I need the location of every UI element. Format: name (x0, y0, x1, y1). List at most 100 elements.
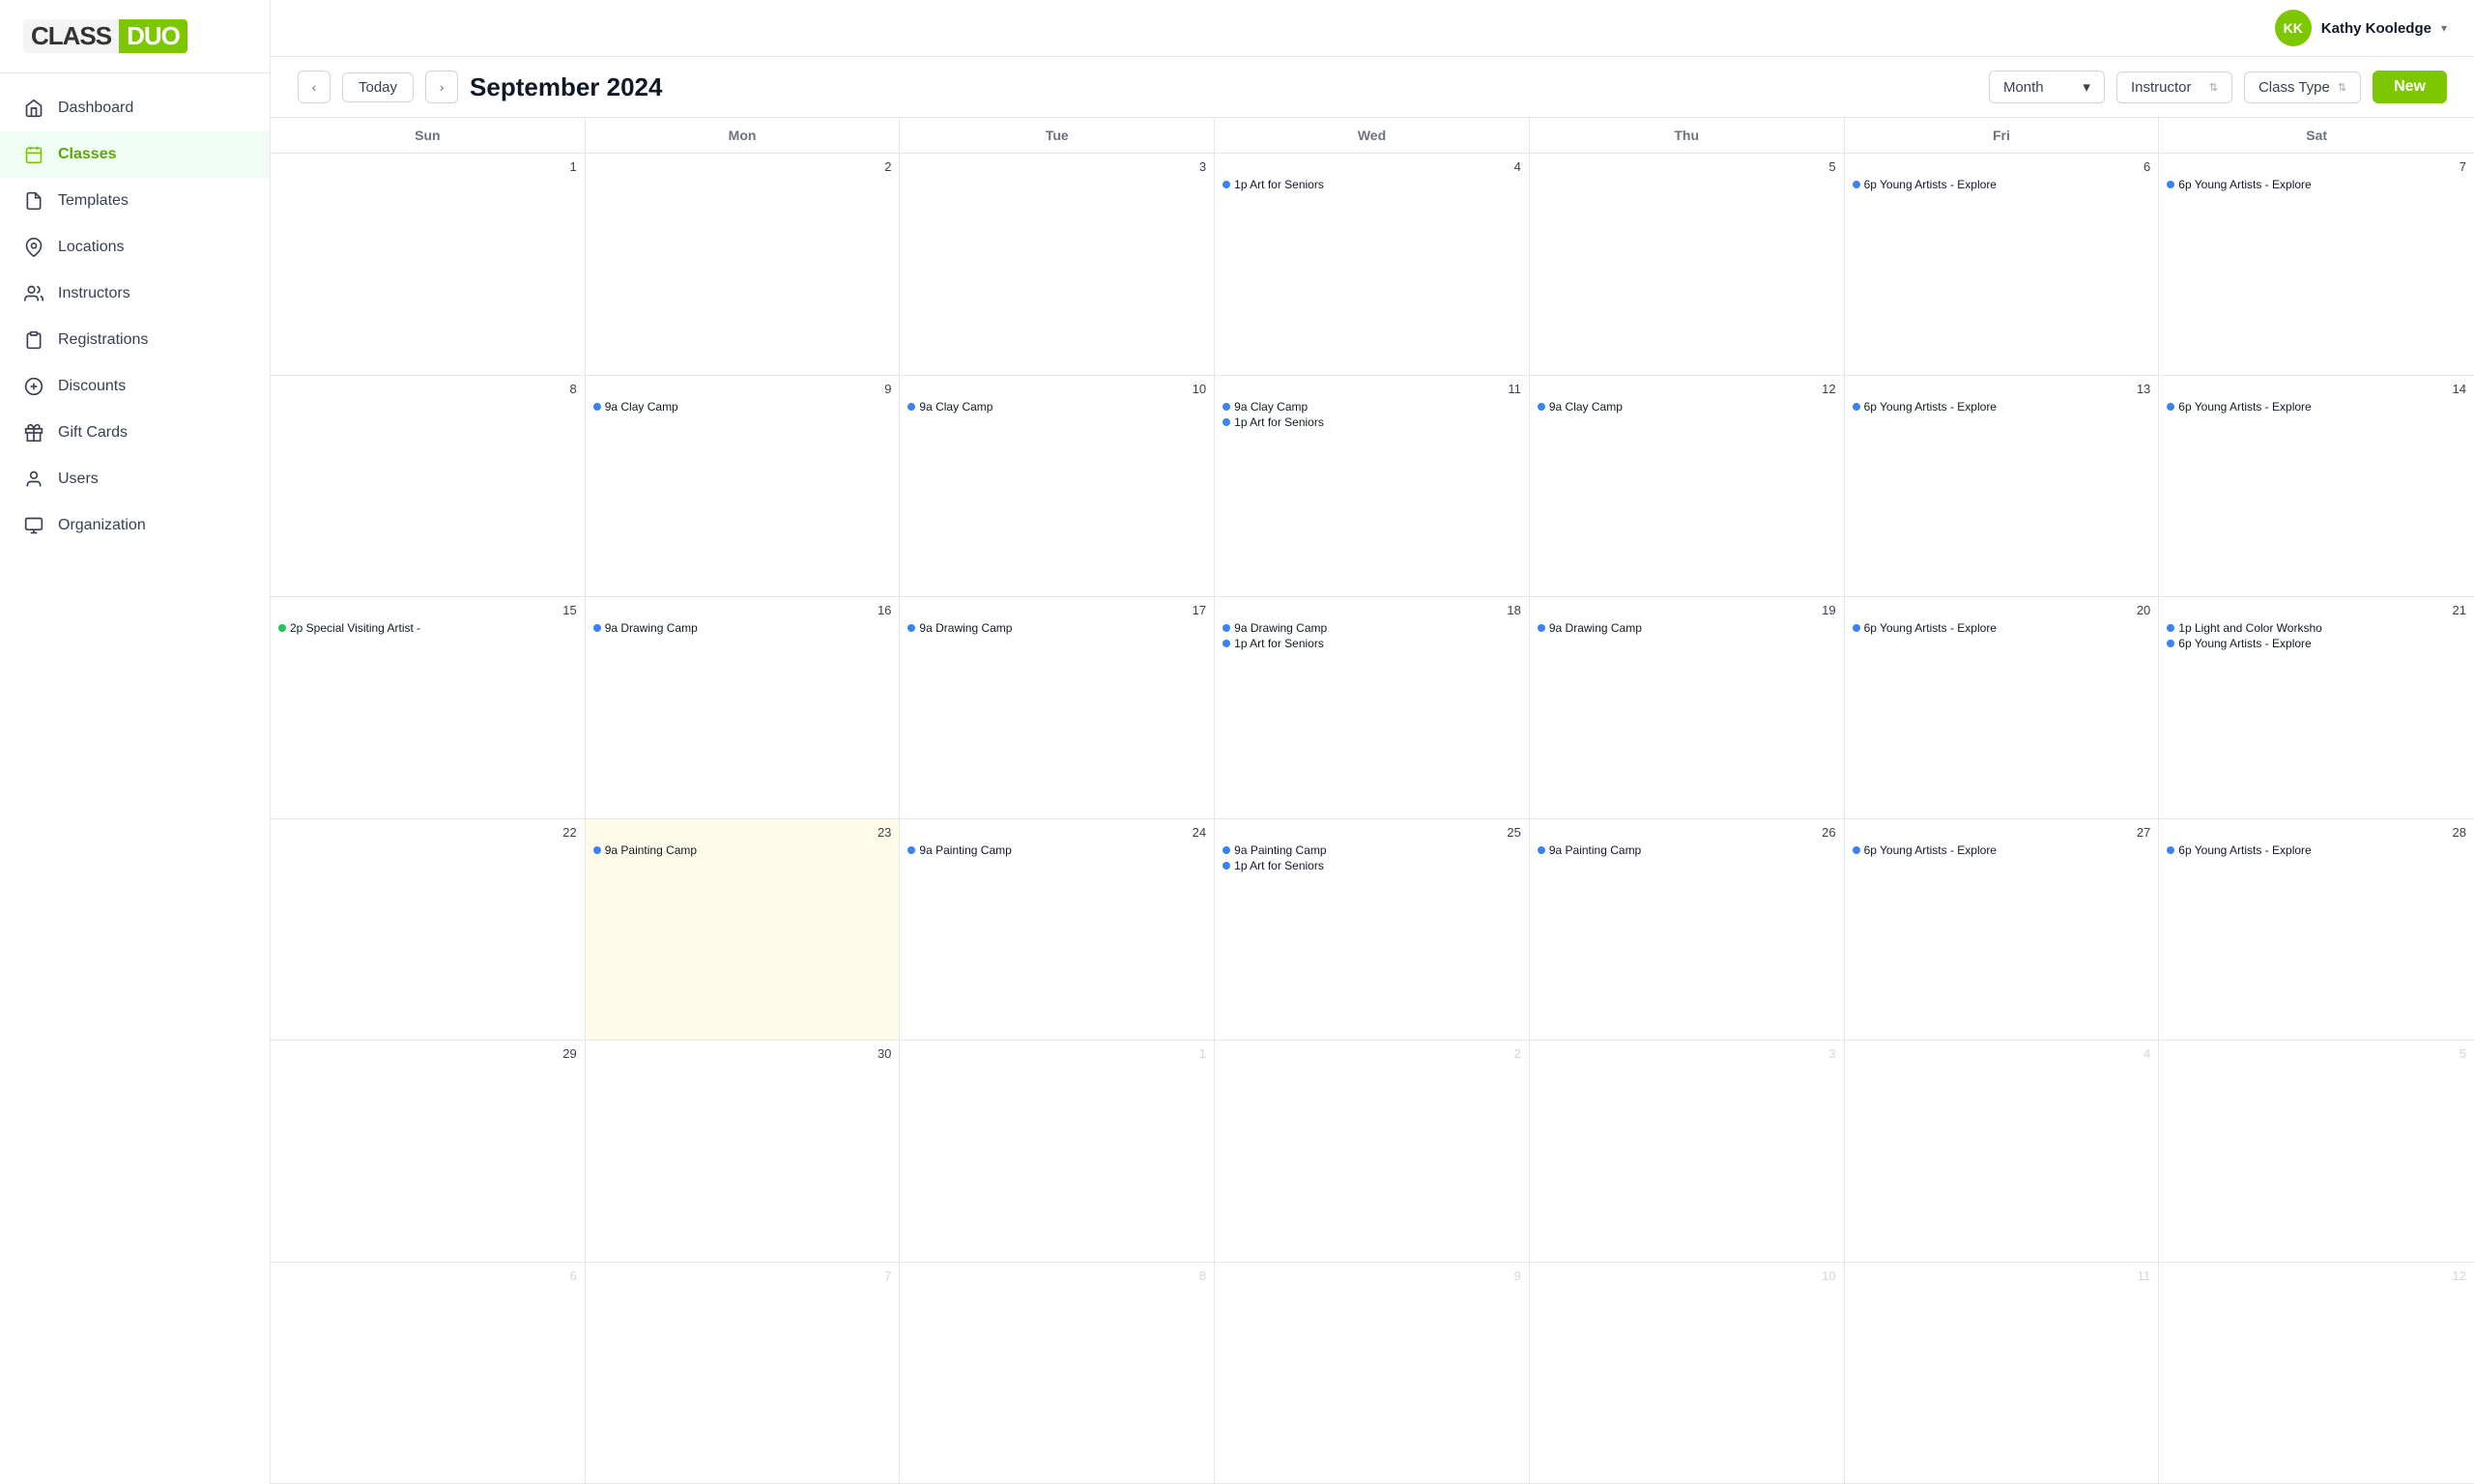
day-number: 20 (1853, 603, 2151, 617)
calendar-day-cell[interactable]: 286p Young Artists - Explore (2159, 819, 2474, 1041)
calendar-day-cell[interactable]: 199a Drawing Camp (1530, 597, 1845, 818)
calendar-day-cell[interactable]: 41p Art for Seniors (1215, 154, 1530, 375)
calendar-day-cell[interactable]: 4 (1845, 1041, 2160, 1262)
new-button[interactable]: New (2373, 71, 2447, 103)
calendar-week: 22239a Painting Camp249a Painting Camp25… (271, 819, 2474, 1042)
calendar-event[interactable]: 9a Clay Camp (593, 400, 892, 414)
calendar-event[interactable]: 9a Drawing Camp (593, 621, 892, 635)
calendar-event[interactable]: 6p Young Artists - Explore (1853, 400, 2151, 414)
calendar-day-cell[interactable]: 8 (900, 1263, 1215, 1484)
event-label: 9a Clay Camp (919, 400, 992, 414)
calendar-day-cell[interactable]: 179a Drawing Camp (900, 597, 1215, 818)
logo[interactable]: CLASSDUO (23, 19, 246, 53)
day-number: 12 (2167, 1269, 2466, 1283)
day-number: 12 (1538, 382, 1836, 396)
calendar-day-cell[interactable]: 109a Clay Camp (900, 376, 1215, 597)
event-label: 9a Clay Camp (1549, 400, 1623, 414)
event-label: 9a Drawing Camp (1549, 621, 1642, 635)
calendar-event[interactable]: 9a Painting Camp (593, 843, 892, 857)
calendar-event[interactable]: 1p Art for Seniors (1223, 178, 1521, 191)
calendar-day-cell[interactable]: 1 (900, 1041, 1215, 1262)
calendar-day-cell[interactable]: 27 6p Young Artists - Explore (1845, 819, 2160, 1041)
calendar-day-cell[interactable]: 30 (586, 1041, 901, 1262)
calendar-day-cell[interactable]: 211p Light and Color Worksho6p Young Art… (2159, 597, 2474, 818)
sidebar-item-templates[interactable]: Templates (0, 178, 270, 224)
calendar-day-cell[interactable]: 22 (271, 819, 586, 1041)
calendar-event[interactable]: 1p Art for Seniors (1223, 637, 1521, 650)
calendar-day-cell[interactable]: 239a Painting Camp (586, 819, 901, 1041)
day-number: 18 (1223, 603, 1521, 617)
sidebar-item-classes[interactable]: Classes (0, 131, 270, 178)
sidebar-item-users[interactable]: Users (0, 456, 270, 502)
calendar-event[interactable]: 6p Young Artists - Explore (2167, 178, 2466, 191)
sidebar-item-registrations[interactable]: Registrations (0, 317, 270, 363)
calendar-day-cell[interactable]: 12 9a Clay Camp (1530, 376, 1845, 597)
calendar-day-cell[interactable]: 1 (271, 154, 586, 375)
calendar-event[interactable]: 6p Young Artists - Explore (2167, 843, 2466, 857)
today-button[interactable]: Today (342, 72, 414, 102)
calendar-event[interactable]: 1p Light and Color Worksho (2167, 621, 2466, 635)
calendar-event[interactable]: 9a Painting Camp (1538, 843, 1836, 857)
sidebar-item-locations[interactable]: Locations (0, 224, 270, 271)
calendar-day-cell[interactable]: 119a Clay Camp1p Art for Seniors (1215, 376, 1530, 597)
sidebar-item-instructors[interactable]: Instructors (0, 271, 270, 317)
calendar-day-cell[interactable]: 9 (1215, 1263, 1530, 1484)
day-number: 27 (1853, 825, 2151, 840)
day-number: 15 (278, 603, 577, 617)
calendar-event[interactable]: 9a Drawing Camp (1538, 621, 1836, 635)
calendar-day-cell[interactable]: 5 (2159, 1041, 2474, 1262)
calendar-day-cell[interactable]: 5 (1530, 154, 1845, 375)
calendar-day-cell[interactable]: 2 (586, 154, 901, 375)
event-label: 6p Young Artists - Explore (2178, 637, 2311, 650)
user-menu[interactable]: KK Kathy Kooledge ▾ (2275, 10, 2447, 46)
calendar-event[interactable]: 6p Young Artists - Explore (1853, 178, 2151, 191)
calendar-day-cell[interactable]: 249a Painting Camp (900, 819, 1215, 1041)
calendar-day-cell[interactable]: 99a Clay Camp (586, 376, 901, 597)
calendar-day-cell[interactable]: 3 (900, 154, 1215, 375)
calendar-event[interactable]: 9a Clay Camp (1538, 400, 1836, 414)
next-button[interactable]: › (425, 71, 458, 103)
calendar-day-cell[interactable]: 136p Young Artists - Explore (1845, 376, 2160, 597)
calendar-day-cell[interactable]: 7 (586, 1263, 901, 1484)
calendar-day-cell[interactable]: 169a Drawing Camp (586, 597, 901, 818)
prev-button[interactable]: ‹ (298, 71, 331, 103)
calendar-event[interactable]: 9a Painting Camp (1223, 843, 1521, 857)
calendar-event[interactable]: 6p Young Artists - Explore (1853, 843, 2151, 857)
calendar-event[interactable]: 9a Clay Camp (1223, 400, 1521, 414)
calendar-day-cell[interactable]: 269a Painting Camp (1530, 819, 1845, 1041)
day-number: 6 (1853, 159, 2151, 174)
calendar-day-cell[interactable]: 6 (271, 1263, 586, 1484)
class-type-filter-dropdown[interactable]: Class Type ⇅ (2244, 71, 2361, 103)
calendar-event[interactable]: 2p Special Visiting Artist - (278, 621, 577, 635)
calendar-event[interactable]: 6p Young Artists - Explore (2167, 400, 2466, 414)
calendar-event[interactable]: 6p Young Artists - Explore (1853, 621, 2151, 635)
calendar-event[interactable]: 9a Drawing Camp (1223, 621, 1521, 635)
calendar-day-cell[interactable]: 15 2p Special Visiting Artist - (271, 597, 586, 818)
calendar-day-cell[interactable]: 29 (271, 1041, 586, 1262)
calendar-day-cell[interactable]: 6 6p Young Artists - Explore (1845, 154, 2160, 375)
calendar-day-cell[interactable]: 20 6p Young Artists - Explore (1845, 597, 2160, 818)
calendar-day-cell[interactable]: 8 (271, 376, 586, 597)
calendar-day-cell[interactable]: 76p Young Artists - Explore (2159, 154, 2474, 375)
sidebar-item-gift-cards[interactable]: Gift Cards (0, 410, 270, 456)
calendar-day-cell[interactable]: 18 9a Drawing Camp 1p Art for Seniors (1215, 597, 1530, 818)
calendar-event[interactable]: 9a Drawing Camp (907, 621, 1206, 635)
calendar-title: September 2024 (470, 72, 662, 102)
calendar-event[interactable]: 9a Painting Camp (907, 843, 1206, 857)
calendar-day-cell[interactable]: 146p Young Artists - Explore (2159, 376, 2474, 597)
sidebar-item-organization[interactable]: Organization (0, 502, 270, 549)
instructor-filter-dropdown[interactable]: Instructor ⇅ (2116, 71, 2232, 103)
calendar-day-cell[interactable]: 2 (1215, 1041, 1530, 1262)
sidebar-item-discounts[interactable]: Discounts (0, 363, 270, 410)
calendar-event[interactable]: 9a Clay Camp (907, 400, 1206, 414)
sidebar-item-dashboard[interactable]: Dashboard (0, 85, 270, 131)
month-view-dropdown[interactable]: Month ▾ (1989, 71, 2105, 103)
calendar-event[interactable]: 1p Art for Seniors (1223, 859, 1521, 872)
calendar-day-cell[interactable]: 11 (1845, 1263, 2160, 1484)
calendar-day-cell[interactable]: 3 (1530, 1041, 1845, 1262)
calendar-event[interactable]: 1p Art for Seniors (1223, 415, 1521, 429)
calendar-day-cell[interactable]: 10 (1530, 1263, 1845, 1484)
calendar-event[interactable]: 6p Young Artists - Explore (2167, 637, 2466, 650)
calendar-day-cell[interactable]: 259a Painting Camp1p Art for Seniors (1215, 819, 1530, 1041)
calendar-day-cell[interactable]: 12 (2159, 1263, 2474, 1484)
